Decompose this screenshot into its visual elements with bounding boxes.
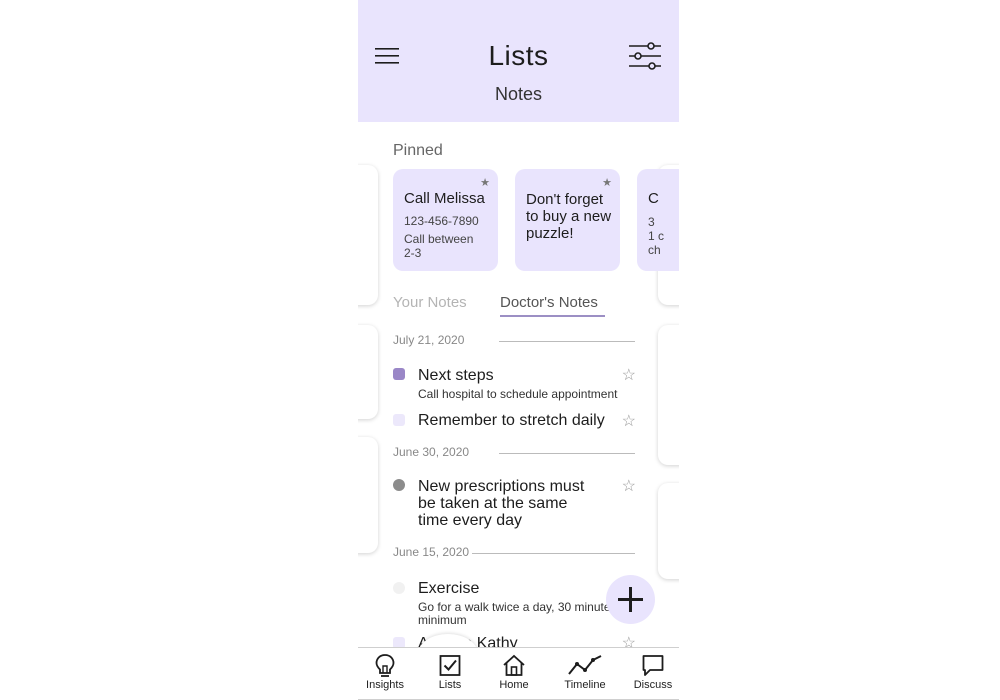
home-icon bbox=[503, 654, 525, 676]
note-title: Exercise bbox=[418, 580, 480, 597]
pinned-card-title: Call Melissa bbox=[404, 190, 485, 207]
nav-label: Lists bbox=[438, 679, 462, 691]
pinned-star-icon[interactable]: ★ bbox=[480, 176, 490, 189]
note-item-exercise[interactable]: Exercise Go for a walk twice a day, 30 m… bbox=[393, 578, 638, 630]
note-subtitle: Call hospital to schedule appointment bbox=[418, 387, 618, 401]
note-item-stretch[interactable]: Remember to stretch daily ☆ bbox=[393, 410, 638, 434]
pinned-label: Pinned bbox=[393, 142, 443, 159]
note-title: Remember to stretch daily bbox=[418, 412, 605, 429]
date-divider: July 21, 2020 bbox=[393, 333, 635, 349]
pinned-card-detail: ch bbox=[648, 243, 661, 257]
note-title: Next steps bbox=[418, 367, 494, 384]
date-label: June 30, 2020 bbox=[393, 445, 472, 459]
pinned-card-phone: 123-456-7890 bbox=[404, 214, 479, 228]
pinned-card-partial[interactable]: C 3 1 c ch bbox=[637, 169, 679, 271]
pinned-card-detail: 1 c bbox=[648, 229, 665, 243]
nav-item-lists[interactable]: Lists bbox=[420, 648, 480, 698]
pinned-card-detail: 3 bbox=[648, 215, 655, 229]
date-divider-line bbox=[472, 553, 635, 554]
date-divider: June 15, 2020 bbox=[393, 545, 635, 561]
nav-label: Home bbox=[499, 679, 529, 691]
note-item-prescriptions[interactable]: New prescriptions must be taken at the s… bbox=[393, 476, 638, 529]
date-divider-line bbox=[499, 341, 635, 342]
pinned-card-detail: 2-3 bbox=[404, 246, 422, 260]
trend-line-icon bbox=[568, 655, 602, 675]
chat-bubble-icon bbox=[642, 655, 664, 676]
nav-item-home[interactable]: Home bbox=[484, 648, 544, 698]
side-card-right-list bbox=[658, 483, 679, 579]
tab-doctors-notes[interactable]: Doctor's Notes bbox=[500, 294, 598, 311]
tab-your-notes[interactable]: Your Notes bbox=[393, 294, 467, 311]
page-subtitle: Notes bbox=[494, 84, 543, 104]
note-color-dot bbox=[393, 368, 405, 380]
pinned-card-title: Don't forget to buy a new puzzle! bbox=[526, 191, 612, 242]
bottom-navigation: Insights Lists Home Timeline Discuss bbox=[358, 647, 679, 700]
star-outline-icon[interactable]: ☆ bbox=[622, 476, 636, 496]
date-divider-line bbox=[499, 453, 635, 454]
note-color-dot bbox=[393, 414, 405, 426]
checkbox-icon bbox=[439, 655, 461, 676]
nav-item-discuss[interactable]: Discuss bbox=[623, 648, 679, 698]
plus-icon-vertical bbox=[629, 587, 632, 612]
star-outline-icon[interactable]: ☆ bbox=[622, 365, 636, 385]
date-label: July 21, 2020 bbox=[393, 333, 467, 347]
nav-label: Insights bbox=[366, 679, 404, 691]
phone-screen: Lists Notes Pinned ★ Call Melissa 123-45… bbox=[358, 0, 679, 700]
pinned-card-buy-puzzle[interactable]: ★ Don't forget to buy a new puzzle! bbox=[515, 169, 620, 271]
filter-sliders-icon[interactable] bbox=[629, 42, 661, 70]
note-subtitle: Go for a walk twice a day, 30 minutes mi… bbox=[418, 600, 617, 627]
pinned-card-call-melissa[interactable]: ★ Call Melissa 123-456-7890 Call between… bbox=[393, 169, 498, 271]
note-title: New prescriptions must be taken at the s… bbox=[418, 478, 585, 529]
nav-item-insights[interactable]: Insights bbox=[358, 648, 415, 698]
side-card-left-list bbox=[358, 325, 378, 419]
date-divider: June 30, 2020 bbox=[393, 445, 635, 461]
nav-item-timeline[interactable]: Timeline bbox=[555, 648, 615, 698]
note-color-dot bbox=[393, 582, 405, 594]
lightbulb-icon bbox=[375, 654, 395, 677]
nav-label: Timeline bbox=[564, 679, 606, 691]
pinned-card-detail: Call between bbox=[404, 232, 474, 246]
pinned-card-title: C bbox=[648, 190, 659, 207]
star-outline-icon[interactable]: ☆ bbox=[622, 411, 636, 431]
app-header: Lists Notes bbox=[358, 0, 679, 122]
active-tab-indicator bbox=[500, 315, 605, 317]
note-item-next-steps[interactable]: Next steps Call hospital to schedule app… bbox=[393, 365, 638, 405]
side-card-left-list bbox=[358, 437, 378, 553]
side-card-left-pinned bbox=[358, 165, 378, 305]
side-card-right-list bbox=[658, 325, 679, 465]
date-label: June 15, 2020 bbox=[393, 545, 472, 559]
pinned-star-icon[interactable]: ★ bbox=[602, 176, 612, 189]
add-note-button[interactable] bbox=[606, 575, 655, 624]
note-color-dot bbox=[393, 479, 405, 491]
nav-label: Discuss bbox=[633, 679, 673, 691]
